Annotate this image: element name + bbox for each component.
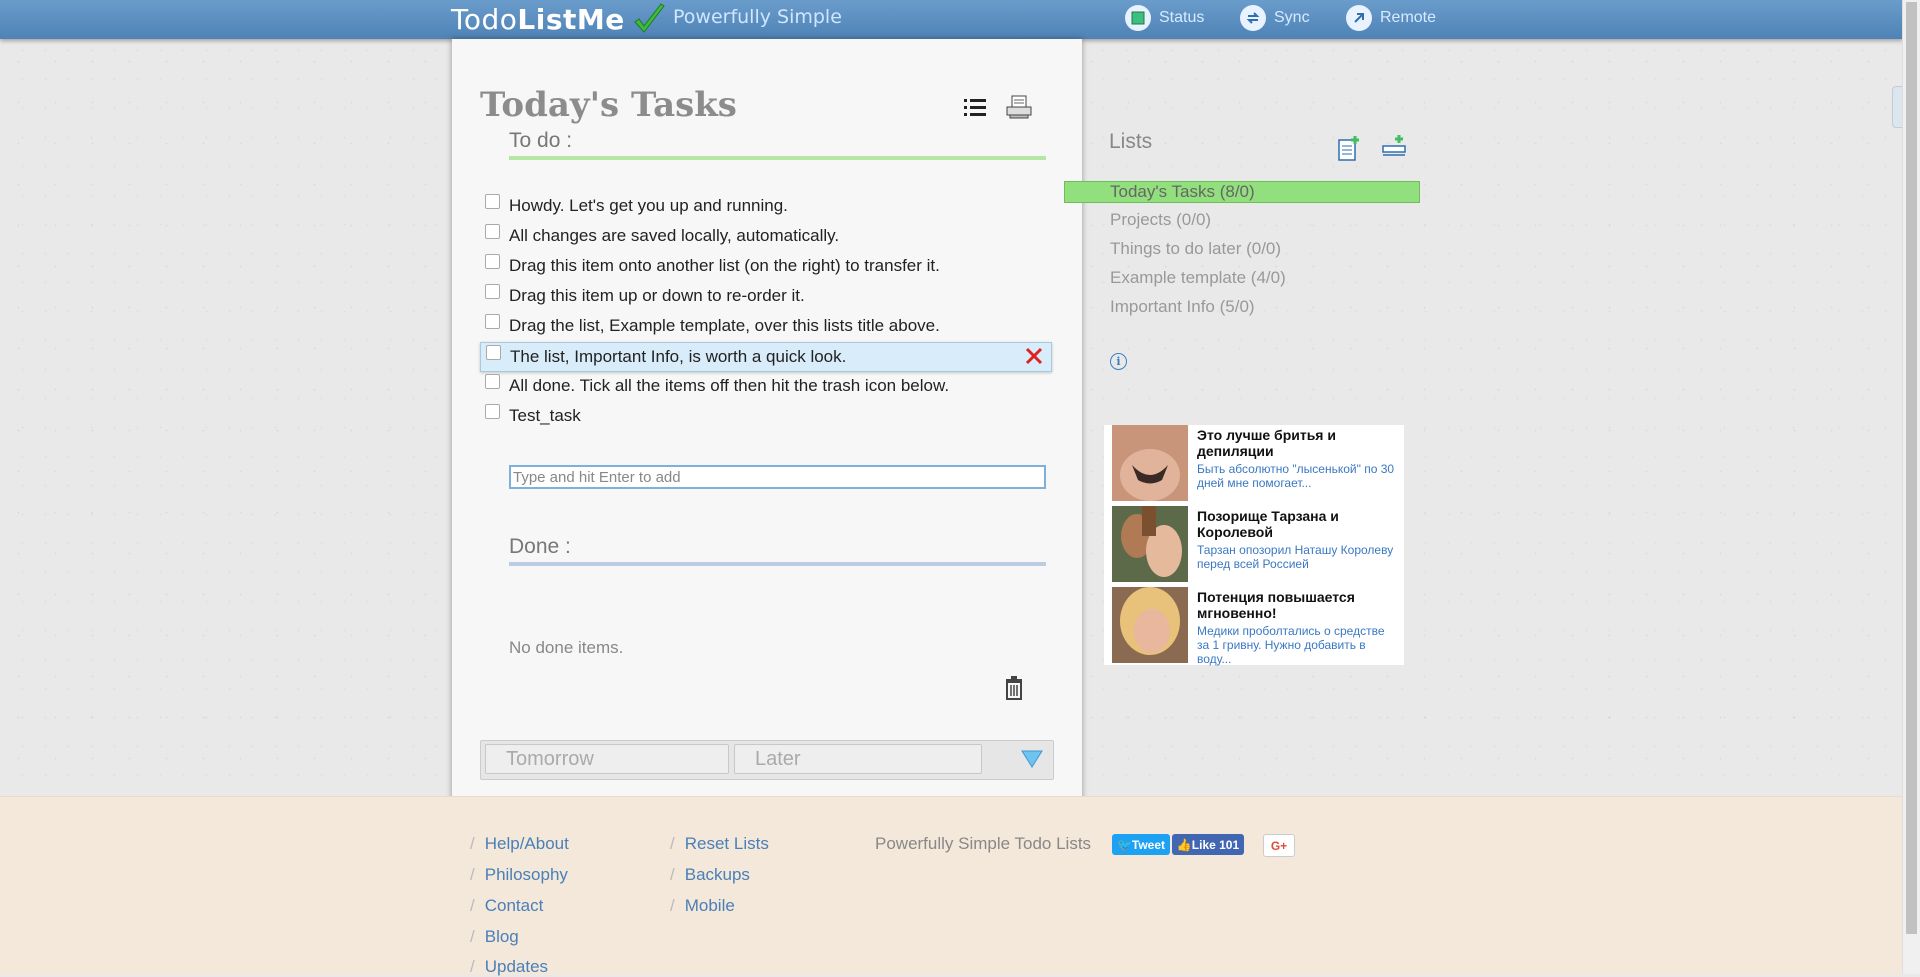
nav-status[interactable]: Status [1125, 5, 1204, 31]
lists-heading: Lists [1109, 130, 1153, 153]
tomorrow-tab[interactable]: Tomorrow [485, 744, 729, 774]
footer-link-updates[interactable]: / Updates [470, 957, 548, 977]
ad-image [1112, 587, 1188, 663]
footer-link-reset[interactable]: / Reset Lists [670, 834, 769, 854]
todo-text[interactable]: Drag this item onto another list (on the… [509, 256, 940, 276]
done-divider [509, 562, 1046, 566]
todo-item[interactable]: Drag this item onto another list (on the… [480, 252, 1050, 280]
todo-text[interactable]: Howdy. Let's get you up and running. [509, 196, 788, 216]
footer-tagline: Powerfully Simple Todo Lists [875, 834, 1092, 853]
ad-description: Медики проболтались о средстве за 1 грив… [1197, 624, 1385, 666]
list-link-example-template[interactable]: Example template (4/0) [1110, 268, 1286, 288]
todo-checkbox[interactable] [485, 194, 500, 209]
todo-checkbox[interactable] [485, 254, 500, 269]
todo-item[interactable]: Drag the list, Example template, over th… [480, 312, 1050, 340]
todo-item[interactable]: All changes are saved locally, automatic… [480, 222, 1050, 250]
scrollbar[interactable] [1902, 0, 1920, 974]
nav-status-label: Status [1159, 9, 1205, 26]
thumbs-up-icon: 👍 [1176, 837, 1192, 852]
todo-checkbox[interactable] [486, 345, 501, 360]
todo-item[interactable]: All done. Tick all the items off then hi… [480, 372, 1050, 400]
footer-link-blog[interactable]: / Blog [470, 927, 519, 947]
remote-icon [1346, 5, 1372, 31]
triangle-down-icon [1021, 750, 1043, 768]
logo[interactable]: TodoListMe [451, 0, 667, 39]
ad-title: Потенция повышается мгновенно! [1197, 589, 1355, 621]
delete-icon[interactable] [1025, 347, 1043, 365]
todo-text[interactable]: All changes are saved locally, automatic… [509, 226, 839, 246]
nav-remote[interactable]: Remote [1346, 5, 1436, 31]
todo-text[interactable]: Drag this item up or down to re-order it… [509, 286, 805, 306]
ad-image [1112, 425, 1188, 501]
nav-remote-label: Remote [1380, 9, 1437, 26]
todo-item[interactable]: Howdy. Let's get you up and running. [480, 192, 1050, 220]
scrollbar-thumb[interactable] [1906, 2, 1917, 934]
list-title[interactable]: Today's Tasks [480, 85, 737, 125]
tweet-button[interactable]: 🐦 Tweet [1112, 834, 1170, 855]
status-icon [1125, 5, 1151, 31]
todo-text[interactable]: The list, Important Info, is worth a qui… [510, 347, 846, 367]
gplus-button[interactable]: G+ [1263, 834, 1295, 857]
footer-link-backups[interactable]: / Backups [670, 865, 750, 885]
sync-icon [1240, 5, 1266, 31]
done-heading: Done : [509, 535, 571, 558]
add-row-icon [1382, 135, 1406, 156]
list-link-projects[interactable]: Projects (0/0) [1110, 210, 1211, 230]
list-view-button[interactable] [959, 91, 991, 123]
trash-button[interactable] [1004, 676, 1024, 700]
todo-checkbox[interactable] [485, 374, 500, 389]
list-icon [964, 99, 986, 116]
footer [0, 796, 1903, 975]
add-item-button[interactable] [1381, 134, 1409, 162]
todo-checkbox[interactable] [485, 224, 500, 239]
trash-icon [1006, 676, 1022, 700]
footer-link-help[interactable]: / Help/About [470, 834, 569, 854]
like-button[interactable]: 👍 Like 101 [1172, 834, 1244, 855]
logo-text: TodoListMe [451, 3, 625, 36]
todo-heading: To do : [509, 129, 573, 152]
schedule-bar: Tomorrow Later [480, 740, 1054, 780]
ad-title: Это лучше бритья и депиляции [1197, 427, 1336, 459]
add-list-button[interactable] [1337, 134, 1365, 162]
ad-image [1112, 506, 1188, 582]
add-task-input[interactable] [509, 465, 1046, 489]
todo-text[interactable]: Drag the list, Example template, over th… [509, 316, 940, 336]
no-done-message: No done items. [509, 638, 624, 657]
top-bar: TodoListMe Powerfully Simple Status Sync… [0, 0, 1903, 39]
list-link-things-later[interactable]: Things to do later (0/0) [1110, 239, 1281, 259]
task-list-panel: Today's Tasks To do : Howdy. Let's get y… [452, 39, 1082, 810]
todo-text[interactable]: All done. Tick all the items off then hi… [509, 376, 949, 396]
todo-item[interactable]: Test_task [480, 402, 1050, 430]
footer-link-contact[interactable]: / Contact [470, 896, 543, 916]
todo-item[interactable]: Drag this item up or down to re-order it… [480, 282, 1050, 310]
list-link-todays-tasks[interactable]: Today's Tasks (8/0) [1064, 181, 1420, 203]
todo-divider [509, 156, 1046, 160]
tagline: Powerfully Simple [673, 6, 842, 28]
footer-link-philosophy[interactable]: / Philosophy [470, 865, 568, 885]
footer-link-mobile[interactable]: / Mobile [670, 896, 735, 916]
nav-sync-label: Sync [1274, 9, 1310, 26]
ad-title: Позорище Тарзана и Королевой [1197, 508, 1339, 540]
todo-text[interactable]: Test_task [509, 406, 581, 426]
ad-item[interactable]: Позорище Тарзана и Королевой Тарзан опоз… [1112, 506, 1400, 582]
info-icon[interactable]: i [1110, 353, 1127, 370]
todo-checkbox[interactable] [485, 404, 500, 419]
twitter-icon: 🐦 [1116, 837, 1132, 852]
list-link-important-info[interactable]: Important Info (5/0) [1110, 297, 1255, 317]
nav-sync[interactable]: Sync [1240, 5, 1310, 31]
ad-item[interactable]: Это лучше бритья и депиляции Быть абсолю… [1112, 425, 1400, 501]
expand-button[interactable] [1021, 750, 1043, 773]
todo-checkbox[interactable] [485, 314, 500, 329]
later-tab[interactable]: Later [734, 744, 982, 774]
todo-item[interactable]: The list, Important Info, is worth a qui… [480, 342, 1052, 372]
todo-checkbox[interactable] [485, 284, 500, 299]
ad-description: Тарзан опозорил Наташу Королеву перед вс… [1197, 543, 1394, 571]
ad-block: Это лучше бритья и депиляции Быть абсолю… [1104, 425, 1404, 666]
ad-description: Быть абсолютно "лысенькой" по 30 дней мн… [1197, 462, 1395, 490]
print-button[interactable] [1003, 91, 1035, 123]
printer-icon [1006, 95, 1032, 119]
ad-item[interactable]: Потенция повышается мгновенно! Медики пр… [1112, 587, 1400, 666]
new-list-icon [1338, 136, 1359, 161]
checkmark-icon [633, 2, 665, 33]
